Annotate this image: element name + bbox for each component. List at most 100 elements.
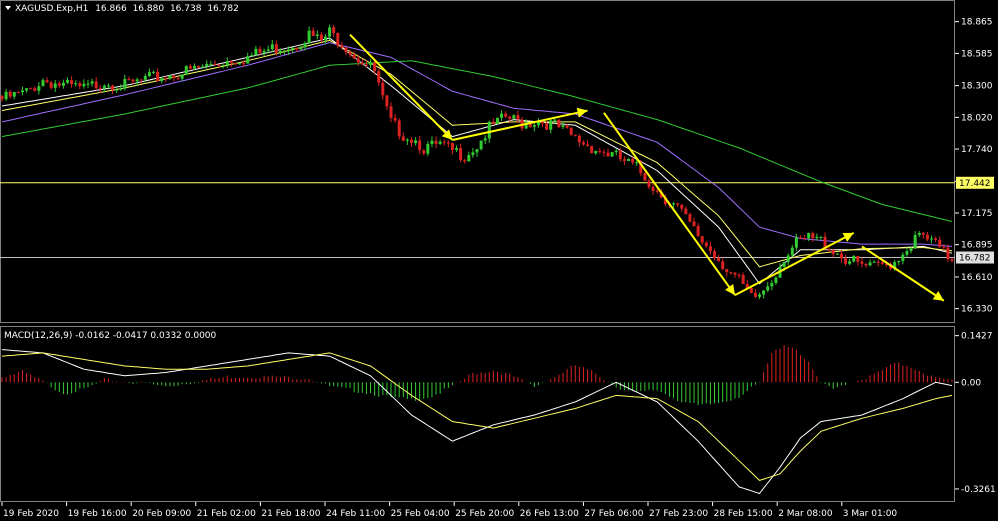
candle-body	[516, 115, 520, 120]
candle-body	[647, 180, 651, 187]
candle-body	[844, 258, 848, 264]
candle-body	[25, 88, 29, 91]
candle-body	[172, 75, 176, 79]
candle-body	[201, 66, 205, 68]
candle-body	[749, 288, 753, 293]
time-tick-label: 24 Feb 11:00	[326, 509, 385, 519]
candle-body	[631, 158, 635, 163]
candle-body	[254, 48, 258, 56]
candle-body	[33, 88, 37, 91]
candle-body	[414, 140, 418, 144]
candle-body	[49, 82, 53, 88]
time-tick-label: 27 Feb 06:00	[584, 509, 643, 519]
candle-body	[135, 79, 139, 82]
candle-body	[336, 32, 340, 46]
candle-body	[643, 173, 647, 181]
candle-body	[426, 143, 430, 154]
candle-body	[901, 254, 905, 261]
candle-body	[627, 158, 631, 161]
candle-body	[737, 274, 741, 276]
candle-body	[614, 150, 618, 153]
price-tag-label: 16.782	[959, 254, 991, 264]
price-panel[interactable]	[0, 24, 955, 302]
candle-body	[360, 62, 364, 65]
candle-body	[180, 74, 184, 79]
price-tick-label: 17.175	[961, 209, 993, 219]
candle-body	[418, 140, 422, 151]
candle-body	[434, 140, 438, 144]
candle-body	[876, 261, 880, 263]
candle-body	[684, 208, 688, 215]
candle-body	[184, 66, 188, 75]
candle-body	[917, 232, 921, 235]
macd-panel[interactable]	[1, 344, 953, 495]
trend-arrow-shaft	[734, 231, 855, 296]
candle-body	[102, 85, 106, 89]
macd-title: MACD(12,26,9) -0.0162 -0.0417 0.0332 0.0…	[4, 331, 217, 341]
candle-body	[61, 82, 65, 86]
candle-body	[238, 63, 241, 65]
candle-body	[651, 186, 655, 191]
candle-body	[897, 260, 901, 263]
candle-body	[192, 66, 196, 69]
candle-body	[442, 141, 446, 143]
candle-body	[475, 149, 479, 153]
candle-body	[45, 80, 49, 83]
candle-body	[78, 83, 82, 87]
candle-body	[721, 261, 725, 269]
candle-body	[29, 88, 33, 90]
candle-body	[4, 91, 8, 100]
candle-body	[348, 52, 352, 55]
candle-body	[123, 78, 127, 89]
candle-body	[393, 117, 397, 121]
candle-body	[115, 89, 119, 91]
candle-body	[594, 150, 598, 154]
candle-body	[164, 78, 168, 80]
candle-body	[602, 151, 606, 153]
candle-body	[880, 262, 884, 265]
macd-tick-label: 0.00	[961, 378, 981, 388]
candle-body	[753, 292, 757, 297]
candle-body	[905, 251, 909, 255]
candle-body	[323, 36, 327, 41]
time-tick-label: 20 Feb 09:00	[132, 509, 191, 519]
candle-body	[766, 286, 770, 291]
candle-body	[119, 88, 123, 90]
time-tick-label: 28 Feb 15:00	[714, 509, 773, 519]
candle-body	[111, 85, 115, 90]
candle-body	[147, 72, 151, 77]
candle-body	[839, 253, 843, 259]
candle-body	[541, 122, 545, 124]
candle-body	[250, 55, 254, 57]
time-tick-label: 26 Feb 13:00	[520, 509, 579, 519]
candle-body	[762, 290, 766, 295]
time-tick-label: 21 Feb 02:00	[197, 509, 256, 519]
time-tick-label: 25 Feb 20:00	[455, 509, 514, 519]
candle-body	[274, 44, 278, 53]
time-tick-label: 19 Feb 2020	[3, 509, 59, 519]
candle-body	[708, 246, 712, 252]
candles	[0, 24, 954, 300]
moving-averages	[1, 37, 953, 285]
menu-triangle-icon[interactable]	[5, 6, 11, 10]
candle-body	[53, 83, 57, 88]
candle-body	[790, 247, 794, 256]
candle-body	[438, 141, 442, 144]
candle-body	[160, 78, 164, 81]
candle-body	[913, 234, 917, 249]
candle-body	[205, 63, 209, 67]
candle-body	[213, 63, 217, 65]
candle-body	[389, 106, 393, 118]
candle-body	[549, 120, 553, 130]
candle-body	[340, 45, 344, 48]
price-tick-label: 18.865	[961, 18, 993, 28]
candle-body	[377, 71, 381, 83]
candle-body	[598, 150, 602, 152]
candle-body	[328, 27, 332, 37]
candle-body	[422, 150, 426, 154]
candle-body	[168, 75, 172, 79]
macd-y-axis: 0.1427 0.00 -0.3261	[955, 332, 996, 495]
chart-root: 18.86518.58518.30018.02017.74017.45517.1…	[0, 0, 996, 519]
candle-body	[938, 239, 942, 247]
candle-body	[495, 117, 499, 125]
